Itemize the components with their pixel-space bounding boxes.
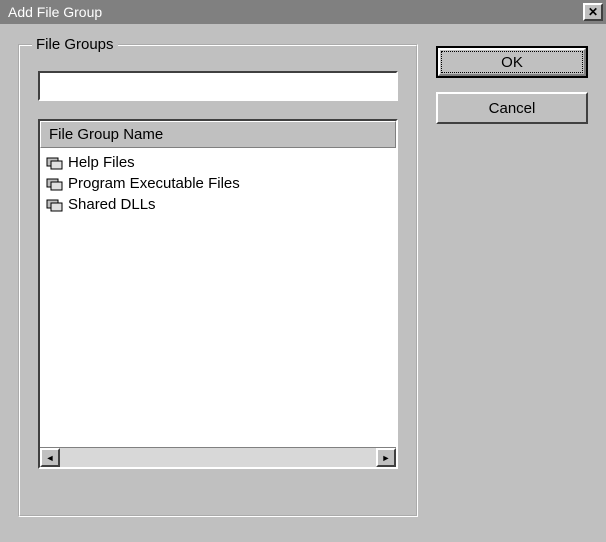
file-groups-groupbox: File Groups File Group Name Help Files xyxy=(18,44,418,517)
list-column-header[interactable]: File Group Name xyxy=(40,121,396,148)
triangle-left-icon: ◄ xyxy=(46,453,55,463)
folders-icon xyxy=(46,176,64,192)
folders-icon xyxy=(46,197,64,213)
scroll-left-button[interactable]: ◄ xyxy=(40,448,60,467)
close-icon: ✕ xyxy=(588,5,598,19)
file-group-name-input[interactable] xyxy=(38,71,398,101)
dialog-body: File Groups File Group Name Help Files xyxy=(0,24,606,542)
scroll-right-button[interactable]: ► xyxy=(376,448,396,467)
list-item[interactable]: Shared DLLs xyxy=(42,194,394,215)
triangle-right-icon: ► xyxy=(382,453,391,463)
close-button[interactable]: ✕ xyxy=(583,3,603,21)
scroll-track[interactable] xyxy=(60,448,376,467)
cancel-button-label: Cancel xyxy=(489,100,536,117)
horizontal-scrollbar[interactable]: ◄ ► xyxy=(40,447,396,467)
ok-button[interactable]: OK xyxy=(436,46,588,78)
list-item-label: Program Executable Files xyxy=(68,175,240,192)
ok-button-label: OK xyxy=(501,54,523,71)
groupbox-legend: File Groups xyxy=(32,36,118,53)
list-item-label: Help Files xyxy=(68,154,135,171)
folders-icon xyxy=(46,155,64,171)
list-item-label: Shared DLLs xyxy=(68,196,156,213)
list-item[interactable]: Help Files xyxy=(42,152,394,173)
file-group-list: File Group Name Help Files Program Execu… xyxy=(38,119,398,469)
list-item[interactable]: Program Executable Files xyxy=(42,173,394,194)
titlebar: Add File Group ✕ xyxy=(0,0,606,24)
list-body[interactable]: Help Files Program Executable Files Shar… xyxy=(40,148,396,447)
window-title: Add File Group xyxy=(8,4,102,20)
cancel-button[interactable]: Cancel xyxy=(436,92,588,124)
